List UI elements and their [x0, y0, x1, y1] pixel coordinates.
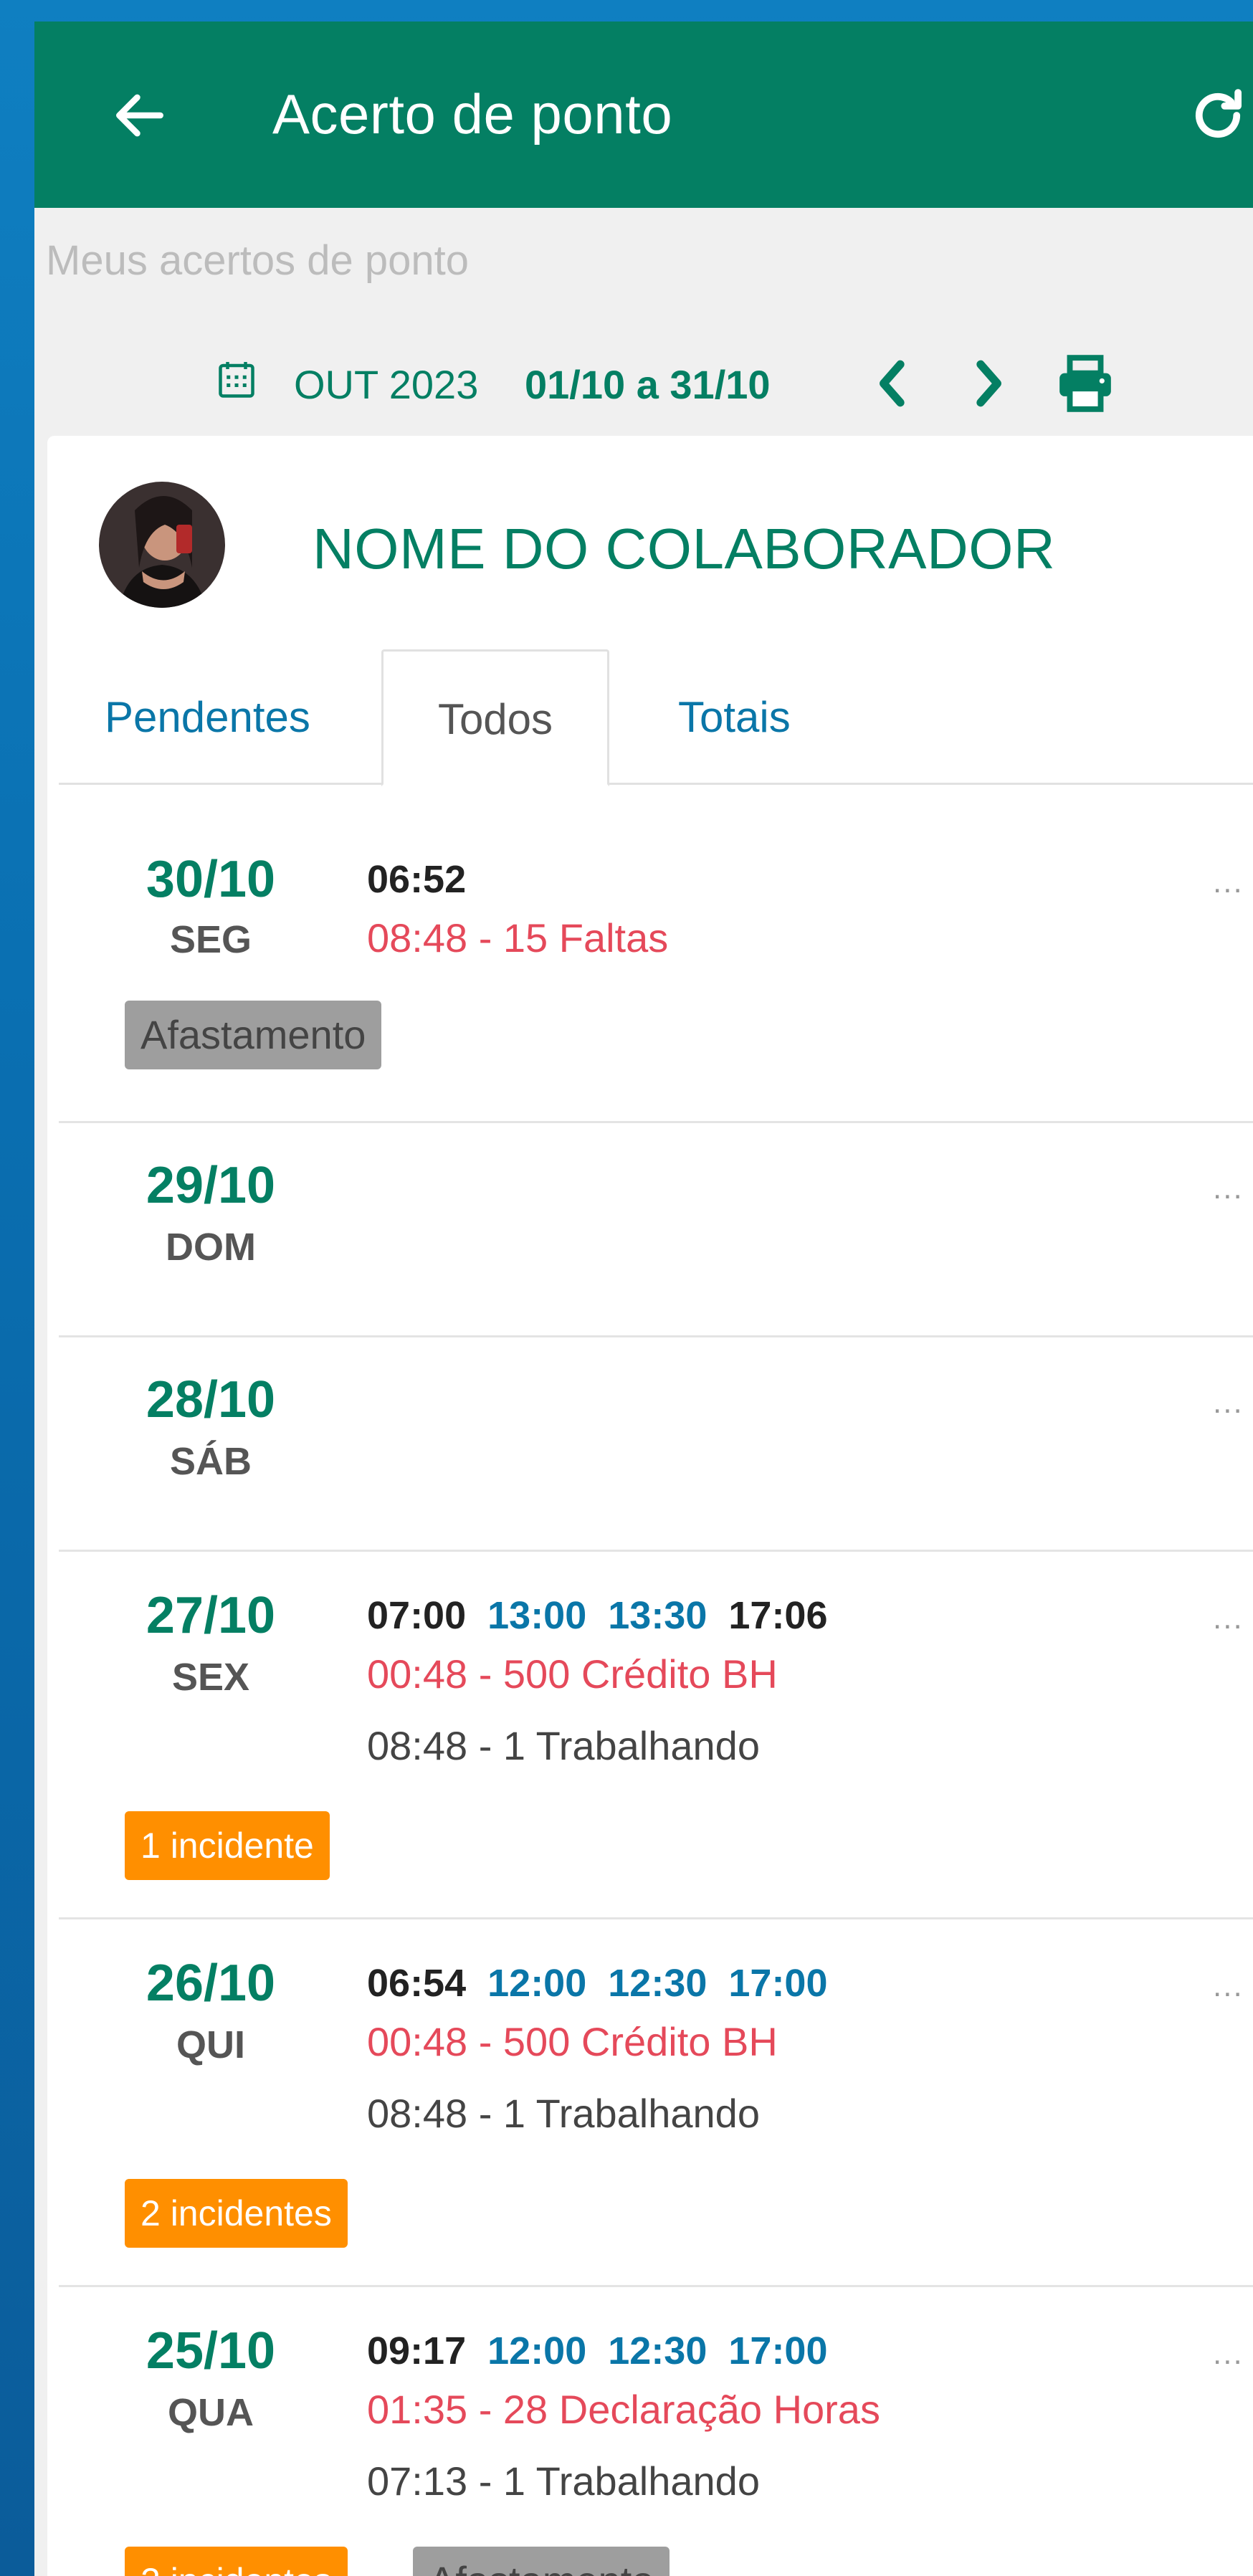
day-row[interactable]: 30/10 SEG 06:52 08:48 - 15 Faltas Afasta…	[59, 786, 1253, 1123]
worked-hours-line: 08:48 - 1 Trabalhando	[367, 2091, 760, 2136]
period-range: 01/10 a 31/10	[525, 362, 771, 407]
day-row[interactable]: 27/10 SEX 07:00 13:00 13:30 17:06 00:48 - 5…	[59, 1552, 1253, 1919]
punch-time[interactable]: 13:00	[487, 1594, 586, 1637]
punch-time[interactable]: 09:17	[367, 2329, 466, 2372]
more-options-icon[interactable]: ...	[1213, 864, 1244, 900]
incident-badge[interactable]: 2 incidentes	[125, 2547, 348, 2576]
tab-bar: Pendentes Todos Totais	[47, 649, 1253, 786]
refresh-icon[interactable]	[1186, 83, 1250, 148]
day-weekday: SEG	[169, 918, 252, 961]
punch-time[interactable]: 17:00	[728, 2329, 827, 2372]
more-options-icon[interactable]: ...	[1213, 1601, 1244, 1636]
collaborator-card: NOME DO COLABORADOR Pendentes Todos Tota…	[47, 436, 1253, 2576]
avatar	[99, 482, 225, 608]
more-options-icon[interactable]: ...	[1213, 1170, 1244, 1206]
day-row[interactable]: 26/10 QUI 06:54 12:00 12:30 17:00 00:48 - 5…	[59, 1919, 1253, 2287]
arrow-left-icon[interactable]	[109, 85, 171, 146]
day-date: 29/10	[146, 1157, 276, 1214]
collaborator-name: NOME DO COLABORADOR	[313, 517, 1056, 581]
day-date: 27/10	[146, 1587, 276, 1644]
worked-hours-line: 08:48 - 1 Trabalhando	[367, 1723, 760, 1768]
punch-time[interactable]: 17:06	[728, 1594, 827, 1637]
punch-time[interactable]: 07:00	[367, 1594, 466, 1637]
punch-times: 09:17 12:00 12:30 17:00	[367, 2329, 849, 2373]
tab-pendentes[interactable]: Pendentes	[105, 649, 310, 784]
section-subtitle: Meus acertos de ponto	[46, 237, 470, 284]
incident-badge[interactable]: 1 incidente	[125, 1811, 330, 1880]
day-weekday: DOM	[166, 1226, 256, 1269]
punch-time[interactable]: 12:30	[608, 2329, 707, 2372]
worked-hours-line: 07:13 - 1 Trabalhando	[367, 2458, 760, 2504]
day-weekday: QUI	[176, 2023, 245, 2066]
chevron-left-icon[interactable]	[864, 351, 922, 416]
punch-times: 07:00 13:00 13:30 17:06	[367, 1593, 849, 1638]
day-weekday: SÁB	[169, 1440, 252, 1483]
punch-time[interactable]: 06:54	[367, 1962, 466, 2005]
occurrence-line: 00:48 - 500 Crédito BH	[367, 2019, 778, 2064]
day-weekday: QUA	[168, 2391, 254, 2434]
tab-totais[interactable]: Totais	[678, 649, 791, 784]
day-date: 28/10	[146, 1371, 276, 1428]
punch-time[interactable]: 06:52	[367, 858, 466, 901]
page-title: Acerto de ponto	[272, 82, 673, 146]
phone-screen: Acerto de ponto Meus acertos de ponto OU…	[34, 22, 1253, 2576]
occurrence-line: 01:35 - 28 Declaração Horas	[367, 2387, 880, 2432]
punch-times: 06:52	[367, 857, 487, 902]
more-options-icon[interactable]: ...	[1213, 1968, 1244, 2004]
occurrence-line: 08:48 - 15 Faltas	[367, 915, 669, 960]
app-bar: Acerto de ponto	[34, 22, 1253, 208]
printer-icon[interactable]	[1052, 353, 1118, 414]
occurrence-line: 00:48 - 500 Crédito BH	[367, 1651, 778, 1697]
punch-time[interactable]: 12:30	[608, 1962, 707, 2005]
period-selector: OUT 2023 01/10 a 31/10	[34, 343, 1253, 429]
day-row[interactable]: 28/10 SÁB ...	[59, 1337, 1253, 1552]
period-month[interactable]: OUT 2023	[294, 361, 478, 408]
day-weekday: SEX	[171, 1656, 250, 1699]
day-date: 25/10	[146, 2322, 276, 2380]
punch-time[interactable]: 17:00	[728, 1962, 827, 2005]
punch-times: 06:54 12:00 12:30 17:00	[367, 1961, 849, 2005]
incident-badge[interactable]: 2 incidentes	[125, 2179, 348, 2248]
punch-time[interactable]: 12:00	[487, 2329, 586, 2372]
more-options-icon[interactable]: ...	[1213, 2336, 1244, 2372]
day-row[interactable]: 25/10 QUA 09:17 12:00 12:30 17:00 01:35 - 2…	[59, 2287, 1253, 2576]
punch-time[interactable]: 12:00	[487, 1962, 586, 2005]
status-badge: Afastamento	[413, 2547, 670, 2576]
tab-todos[interactable]: Todos	[381, 649, 609, 786]
more-options-icon[interactable]: ...	[1213, 1385, 1244, 1421]
day-date: 30/10	[146, 851, 276, 908]
chevron-right-icon[interactable]	[959, 351, 1016, 416]
day-row[interactable]: 29/10 DOM ...	[59, 1123, 1253, 1337]
status-badge: Afastamento	[125, 1001, 382, 1069]
day-date: 26/10	[146, 1955, 276, 2012]
calendar-icon[interactable]	[215, 358, 258, 401]
punch-time[interactable]: 13:30	[608, 1594, 707, 1637]
